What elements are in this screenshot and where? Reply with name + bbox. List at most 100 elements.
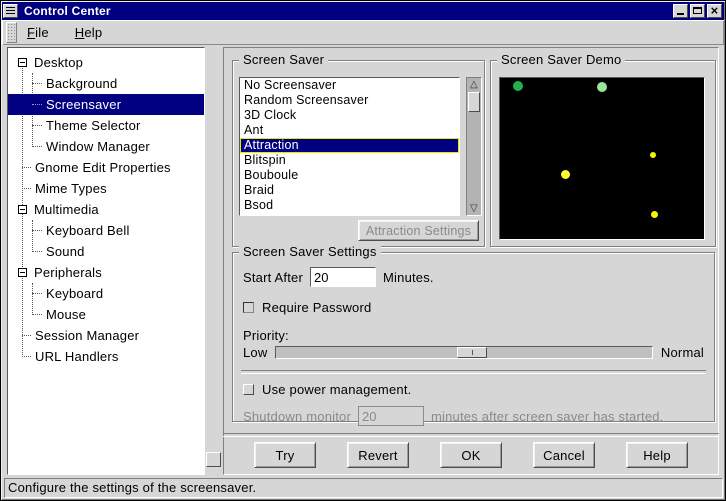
help-button[interactable]: Help xyxy=(626,442,688,468)
tree-item-window-manager[interactable]: Window Manager xyxy=(8,136,204,157)
maximize-button[interactable] xyxy=(690,4,705,18)
tree-branch-line xyxy=(32,146,42,147)
screensaver-panel: Screen Saver No Screensaver Random Scree… xyxy=(223,47,719,475)
menubar-grip-handle[interactable] xyxy=(6,22,17,43)
list-scrollbar[interactable]: △ ▽ xyxy=(466,77,482,216)
tree-branch-line xyxy=(22,167,31,168)
tree-item-label: Keyboard Bell xyxy=(46,223,130,238)
try-button[interactable]: Try xyxy=(254,442,316,468)
tree-item-label: Session Manager xyxy=(35,328,139,343)
tree-item-label: Gnome Edit Properties xyxy=(35,160,171,175)
tree-branch-line xyxy=(32,83,42,84)
titlebar[interactable]: Control Center xyxy=(2,2,724,20)
settings-frame-title: Screen Saver Settings xyxy=(239,245,381,259)
screensaver-frame: Screen Saver No Screensaver Random Scree… xyxy=(232,60,485,247)
tree-item-label: Mouse xyxy=(46,307,86,322)
start-after-input[interactable] xyxy=(310,267,376,287)
tree-item-label: Sound xyxy=(46,244,85,259)
screensaver-list-item[interactable]: Random Screensaver xyxy=(240,93,459,108)
collapse-icon[interactable] xyxy=(18,58,27,67)
menu-file[interactable]: File xyxy=(23,22,61,43)
tree-item-screensaver[interactable]: Screensaver xyxy=(8,94,204,115)
tree-item-mime-types[interactable]: Mime Types xyxy=(8,178,204,199)
menubar: File Help xyxy=(2,20,724,45)
close-button[interactable] xyxy=(707,4,722,18)
demo-dot xyxy=(597,82,607,92)
tree-branch-line xyxy=(32,314,42,315)
tree-item-label: Background xyxy=(46,76,117,91)
demo-frame-title: Screen Saver Demo xyxy=(497,53,625,67)
tree-item-label: Peripherals xyxy=(34,265,102,280)
priority-label: Priority: xyxy=(243,328,289,343)
require-password-label: Require Password xyxy=(262,300,371,315)
collapse-icon[interactable] xyxy=(18,268,27,277)
screensaver-list: No Screensaver Random Screensaver 3D Clo… xyxy=(239,77,460,216)
tree-branch-line xyxy=(22,356,31,357)
tree-item-url-handlers[interactable]: URL Handlers xyxy=(8,346,204,367)
tree-item-label: Desktop xyxy=(34,55,83,70)
tree-item-label: Multimedia xyxy=(34,202,99,217)
shutdown-minutes-input[interactable] xyxy=(358,406,424,426)
collapse-icon[interactable] xyxy=(18,205,27,214)
menu-help[interactable]: Help xyxy=(71,22,115,43)
demo-dot xyxy=(561,170,570,179)
ok-button[interactable]: OK xyxy=(440,442,502,468)
priority-slider-track[interactable] xyxy=(275,346,652,359)
tree-item-gnome-edit-properties[interactable]: Gnome Edit Properties xyxy=(8,157,204,178)
tree-item-theme-selector[interactable]: Theme Selector xyxy=(8,115,204,136)
scroll-down-icon[interactable]: ▽ xyxy=(467,202,481,215)
demo-frame: Screen Saver Demo xyxy=(490,60,716,247)
tree-item-peripherals[interactable]: Peripherals xyxy=(8,262,204,283)
tree-item-multimedia[interactable]: Multimedia xyxy=(8,199,204,220)
screensaver-list-item[interactable]: Blitspin xyxy=(240,153,459,168)
priority-low-label: Low xyxy=(243,345,267,360)
scroll-up-icon[interactable]: △ xyxy=(467,78,481,91)
actions-separator xyxy=(223,433,719,437)
demo-dot xyxy=(651,211,658,218)
screensaver-list-item[interactable]: 3D Clock xyxy=(240,108,459,123)
tree-item-label: Screensaver xyxy=(46,97,121,112)
shutdown-monitor-label: Shutdown monitor xyxy=(243,409,351,424)
priority-normal-label: Normal xyxy=(661,345,704,360)
tree-branch-line xyxy=(22,188,31,189)
scrollbar-thumb[interactable] xyxy=(468,92,480,112)
shutdown-suffix-label: minutes after screen saver has started. xyxy=(431,409,664,424)
cancel-button[interactable]: Cancel xyxy=(533,442,595,468)
tree-item-desktop[interactable]: Desktop xyxy=(8,52,204,73)
tree-item-label: Mime Types xyxy=(35,181,107,196)
category-tree: Desktop Background Screensaver Theme Sel… xyxy=(7,47,205,475)
tree-item-label: Theme Selector xyxy=(46,118,141,133)
screensaver-list-item[interactable]: Ant xyxy=(240,123,459,138)
screensaver-frame-title: Screen Saver xyxy=(239,53,328,67)
screensaver-list-item[interactable]: No Screensaver xyxy=(240,78,459,93)
tree-item-mouse[interactable]: Mouse xyxy=(8,304,204,325)
screensaver-list-item[interactable]: Bsod xyxy=(240,198,459,213)
screensaver-list-item[interactable]: Braid xyxy=(240,183,459,198)
tree-branch-line xyxy=(32,251,42,252)
tree-item-session-manager[interactable]: Session Manager xyxy=(8,325,204,346)
screensaver-list-item[interactable]: Bouboule xyxy=(240,168,459,183)
tree-item-keyboard[interactable]: Keyboard xyxy=(8,283,204,304)
window-menu-icon[interactable] xyxy=(3,4,18,18)
revert-button[interactable]: Revert xyxy=(347,442,409,468)
demo-dot xyxy=(513,81,523,91)
attraction-settings-button[interactable]: Attraction Settings xyxy=(358,220,479,241)
minimize-button[interactable] xyxy=(673,4,688,18)
tree-item-background[interactable]: Background xyxy=(8,73,204,94)
power-management-checkbox[interactable] xyxy=(243,384,254,395)
require-password-checkbox[interactable] xyxy=(243,302,254,313)
screensaver-list-item-selected[interactable]: Attraction xyxy=(240,138,459,153)
tree-branch-line xyxy=(32,125,42,126)
action-button-row: Try Revert OK Cancel Help xyxy=(223,441,719,469)
priority-slider-thumb[interactable] xyxy=(457,347,487,358)
control-center-window: Control Center File Help Desktop Backgro… xyxy=(0,0,726,501)
settings-separator xyxy=(241,370,706,374)
tree-branch-line xyxy=(32,104,42,105)
window-title: Control Center xyxy=(19,4,673,18)
tree-item-sound[interactable]: Sound xyxy=(8,241,204,262)
pane-resize-handle[interactable] xyxy=(206,452,221,467)
status-bar: Configure the settings of the screensave… xyxy=(4,478,723,498)
power-management-label: Use power management. xyxy=(262,382,411,397)
minutes-label: Minutes. xyxy=(383,270,434,285)
tree-item-keyboard-bell[interactable]: Keyboard Bell xyxy=(8,220,204,241)
